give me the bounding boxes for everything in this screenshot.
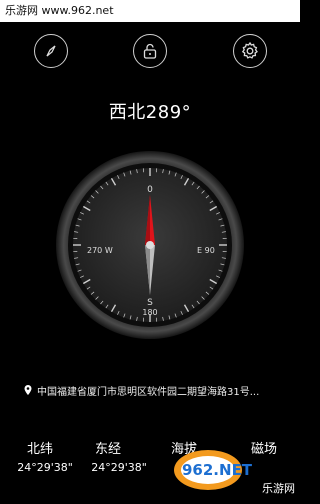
west-label: 270 W [87,246,113,255]
brand-logo: 962.NET 乐游网 [150,440,300,500]
logo-text: 962.NET [182,461,253,479]
logo-subtext: 乐游网 [262,482,295,495]
stat-longitude-value-wrap: 24°29'38" [84,461,154,474]
gear-icon [240,41,260,61]
address-text: 中国福建省厦门市思明区软件园二期望海路31号... [37,383,259,398]
settings-button[interactable] [233,34,267,68]
watermark-text: 乐游网 www.962.net [5,4,114,17]
stat-latitude-value-wrap: 24°29'38" [10,461,80,474]
compass-dial: 0 270 W E 90 S 180 [55,150,245,340]
longitude-value: 24°29'38" [84,461,154,474]
unlock-icon [141,42,159,60]
stat-longitude: 东经 [88,438,128,457]
stat-label: 东经 [88,438,128,457]
east-label: E 90 [197,246,215,255]
compass-mode-button[interactable] [34,34,68,68]
north-label: 0 [147,185,153,195]
location-address: 中国福建省厦门市思明区软件园二期望海路31号... [22,382,282,398]
unlock-button[interactable] [133,34,167,68]
stat-latitude: 北纬 [20,438,60,457]
stat-label: 北纬 [20,438,60,457]
heading-direction: 西北289° [0,98,300,124]
watermark-banner: 乐游网 www.962.net [0,0,300,22]
location-pin-icon [22,384,34,396]
latitude-value: 24°29'38" [10,461,80,474]
south-label: S [147,298,153,308]
south-degree-label: 180 [142,308,157,317]
compass-icon [42,42,60,60]
